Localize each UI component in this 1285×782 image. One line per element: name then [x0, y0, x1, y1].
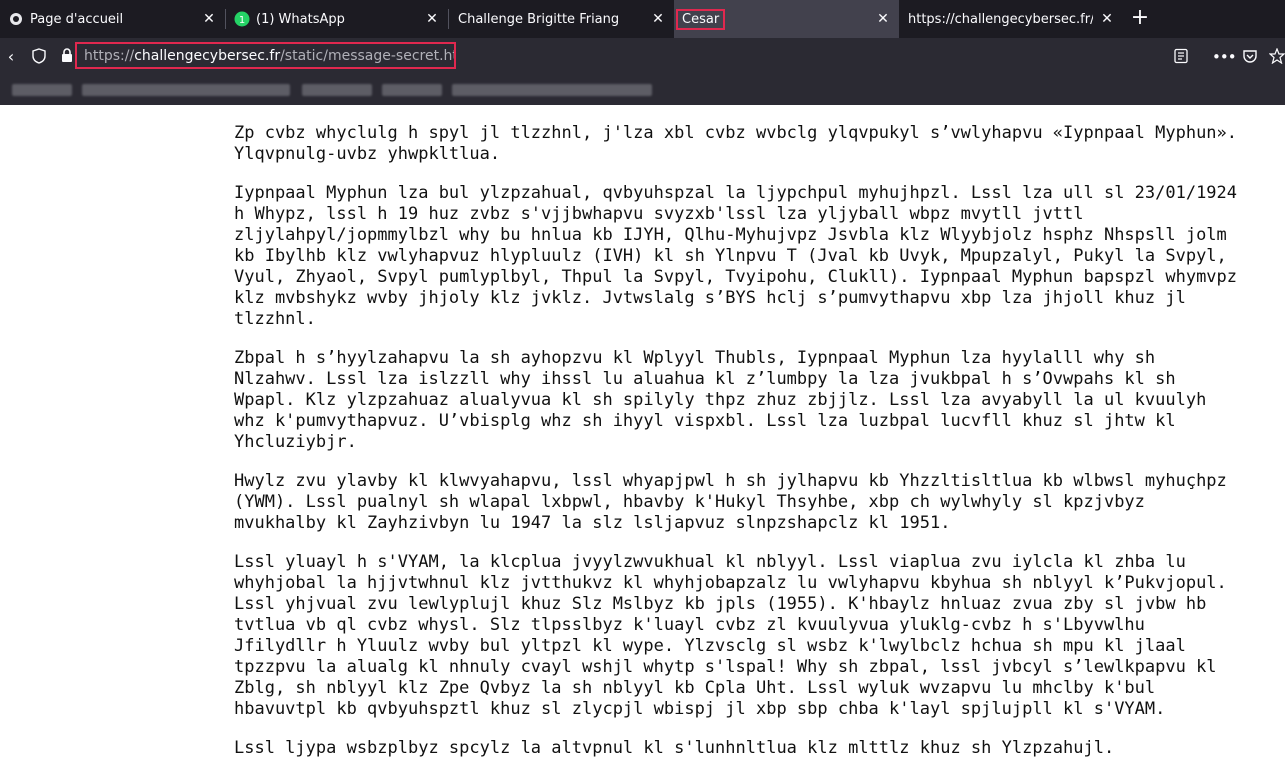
tab-url[interactable]: https://challengecybersec.fr/st ✕: [899, 0, 1123, 38]
svg-text:1: 1: [239, 15, 245, 26]
close-icon[interactable]: ✕: [201, 11, 217, 27]
new-tab-button[interactable]: +: [1128, 6, 1152, 30]
firefox-icon: [8, 11, 24, 27]
lock-icon[interactable]: [58, 48, 76, 66]
tab-title: Page d'accueil: [30, 11, 124, 27]
message-content: Zp cvbz whyclulg h spyl jl tlzzhnl, j'lz…: [234, 123, 1244, 777]
tab-cesar[interactable]: Cesar ✕: [674, 0, 899, 38]
url-path: /static/message-secret.html: [280, 47, 456, 64]
whatsapp-icon: 1: [234, 11, 250, 27]
paragraph: Zp cvbz whyclulg h spyl jl tlzzhnl, j'lz…: [234, 123, 1238, 164]
more-options-icon[interactable]: •••: [1212, 48, 1237, 66]
star-icon[interactable]: [1268, 47, 1285, 66]
bookmark-item[interactable]: [382, 84, 442, 96]
tab-title: Challenge Brigitte Friang: [458, 11, 620, 27]
url-bar[interactable]: https://challengecybersec.fr/static/mess…: [75, 42, 456, 69]
close-icon[interactable]: ✕: [875, 11, 891, 27]
url-scheme: https://: [84, 47, 135, 64]
paragraph: Hwylz zvu ylavby kl klwvyahapvu, lssl wh…: [234, 471, 1227, 533]
paragraph: Lssl yluayl h s'VYAM, la klcplua jvyylzw…: [234, 552, 1227, 719]
tab-title-highlighted: Cesar: [676, 8, 726, 30]
tab-whatsapp[interactable]: 1 (1) WhatsApp ✕: [226, 0, 448, 38]
close-icon[interactable]: ✕: [1099, 11, 1115, 27]
bookmark-item[interactable]: [82, 84, 290, 96]
bookmark-item[interactable]: [302, 84, 372, 96]
close-icon[interactable]: ✕: [424, 11, 440, 27]
close-icon[interactable]: ✕: [650, 11, 666, 27]
reader-view-icon[interactable]: [1172, 48, 1190, 66]
browser-chrome: Page d'accueil ✕ 1 (1) WhatsApp ✕ Challe…: [0, 0, 1285, 105]
paragraph: Lssl ljypa wsbzplbyz spcylz la altvpnul …: [234, 738, 1115, 758]
bookmark-item[interactable]: [452, 84, 652, 96]
paragraph: Zbpal h s’hyylzahapvu la sh ayhopzvu kl …: [234, 348, 1207, 452]
tab-title: (1) WhatsApp: [256, 11, 345, 27]
bookmark-item[interactable]: [12, 84, 72, 96]
pocket-icon[interactable]: [1241, 48, 1259, 66]
shield-icon[interactable]: [30, 48, 48, 66]
bookmarks-bar: [0, 76, 1285, 105]
url-host: challengecybersec.fr: [134, 47, 281, 64]
back-arrow-icon[interactable]: ‹: [2, 48, 20, 66]
tab-challenge[interactable]: Challenge Brigitte Friang ✕: [449, 0, 674, 38]
tab-bar: Page d'accueil ✕ 1 (1) WhatsApp ✕ Challe…: [0, 0, 1285, 38]
tab-title: https://challengecybersec.fr/st: [908, 11, 1093, 27]
tab-home[interactable]: Page d'accueil ✕: [0, 0, 225, 38]
paragraph: Iypnpaal Myphun lza bul ylzpzahual, qvby…: [234, 183, 1238, 329]
navigation-bar: ‹ https://challengecybersec.fr/static/me…: [0, 38, 1285, 76]
